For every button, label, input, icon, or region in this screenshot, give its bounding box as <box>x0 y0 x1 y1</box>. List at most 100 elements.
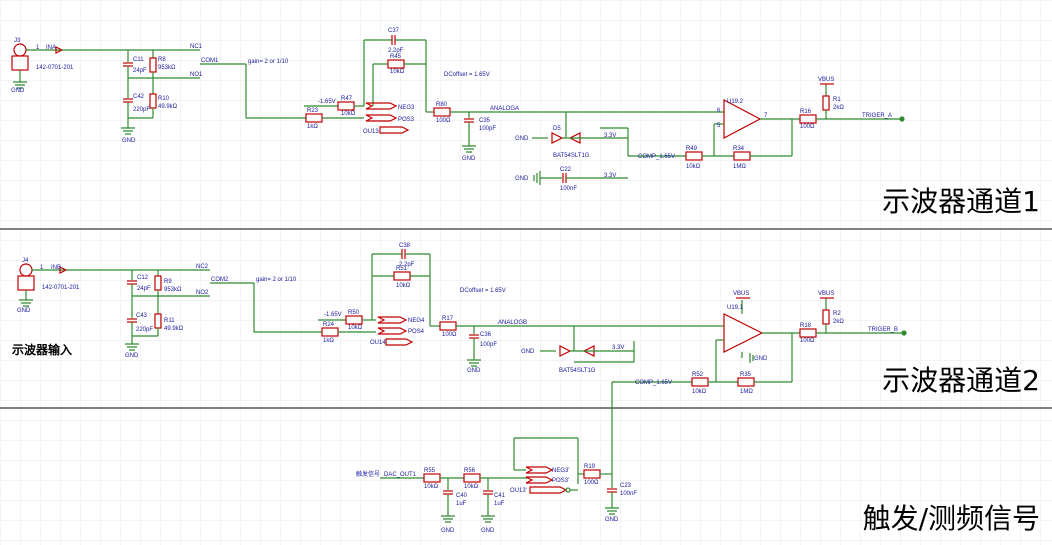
r35-ref: R35 <box>740 372 752 378</box>
net-nc1: NC1 <box>190 44 203 50</box>
net-neg3p: NEG3' <box>552 468 569 474</box>
gnd-label: GND <box>467 368 481 374</box>
r10-value: 49.9kΩ <box>158 104 178 110</box>
neg-bias-label: -1.65V <box>318 99 336 105</box>
gnd-label: GND <box>122 138 136 144</box>
c22-gnd: GND <box>515 176 529 182</box>
gnd-label: GND <box>11 88 25 94</box>
r19-value: 100Ω <box>584 480 599 486</box>
r11-value: 49.9kΩ <box>164 326 184 332</box>
r80-ref: R80 <box>436 102 448 108</box>
j3-part: 142-0701-201 <box>36 65 74 71</box>
j3-ref: J3 <box>14 38 21 44</box>
c11-ref: C11 <box>133 57 144 63</box>
c42-value: 220pF <box>133 107 150 113</box>
c43-ref: C43 <box>136 313 148 319</box>
net-analogb: ANALOGB <box>498 320 527 326</box>
net-no1: NO1 <box>190 72 203 78</box>
r52-ref: R52 <box>692 372 704 378</box>
gnd-label: GND <box>17 308 31 314</box>
r18-ref: R18 <box>800 323 812 329</box>
net-analoga: ANALOGA <box>490 106 519 112</box>
c40-value: 1uF <box>456 501 467 507</box>
net-neg3: NEG3 <box>398 105 415 111</box>
input-caption: 示波器输入 <box>11 342 72 357</box>
schematic-sheet: J3 1 142-0701-201 INA GND C11 24pF R8 95… <box>0 0 1052 545</box>
r55-value: 10kΩ <box>424 484 439 490</box>
r52-value: 10kΩ <box>692 389 707 395</box>
j4-ref: J4 <box>22 258 29 264</box>
c35-value: 100pF <box>479 126 496 132</box>
c22-value: 100nF <box>560 186 577 192</box>
c23-ref: C23 <box>620 483 632 489</box>
vbus-label-amp: VBUS <box>733 291 749 297</box>
diode-part: BAT54SLT1G <box>553 153 590 159</box>
r8-value: 953kΩ <box>158 65 176 71</box>
c22-3v3: 3.3V <box>604 173 616 179</box>
diode-3v3: 3.3V <box>612 345 624 351</box>
gnd-label: GND <box>441 528 455 534</box>
u19-1-ref: U19.1 <box>727 305 744 311</box>
net-comp: COMP_1.65V <box>638 154 675 160</box>
gnd-label: GND <box>125 353 139 359</box>
net-no2: NO2 <box>196 290 209 296</box>
net-triger-a: TRIGER_A <box>862 113 892 119</box>
r55-ref: R55 <box>424 468 436 474</box>
trigger-input-label: 触发信号 <box>356 470 380 478</box>
gnd-label: GND <box>462 156 476 162</box>
r9-value: 953kΩ <box>164 287 182 293</box>
net-ou13: OU13 <box>363 129 379 135</box>
c12-ref: C12 <box>137 275 149 281</box>
r18-value: 100Ω <box>800 338 815 344</box>
net-pos3p: POS3' <box>552 478 569 484</box>
r49-ref: R49 <box>686 146 698 152</box>
diode-part: BAT54SLT1G <box>559 368 596 374</box>
neg-bias-label: -1.65V <box>324 312 342 318</box>
r17-ref: R17 <box>442 316 454 322</box>
net-com2: COM2 <box>211 277 229 283</box>
r24-ref: R24 <box>323 322 335 328</box>
gnd-label: GND <box>754 356 768 362</box>
net-pos3: POS3 <box>398 117 415 123</box>
net-dac-out1: DAC_OUT1 <box>384 472 417 478</box>
diode-gnd: GND <box>515 136 529 142</box>
diode-ref: D5 <box>553 126 561 132</box>
c41-value: 1uF <box>494 501 505 507</box>
section-title-channel1: 示波器通道1 <box>882 185 1040 218</box>
r1-value: 2kΩ <box>833 105 844 111</box>
r16-value: 100Ω <box>800 124 815 130</box>
net-ou14: OU14 <box>370 340 386 346</box>
c36-value: 100pF <box>480 342 497 348</box>
r51-ref: R51 <box>396 266 408 272</box>
section-title-channel2: 示波器通道2 <box>882 364 1040 397</box>
c22-ref: C22 <box>560 167 572 173</box>
c23-value: 100nF <box>620 491 637 497</box>
r50-value: 10kΩ <box>348 325 363 331</box>
c11-value: 24pF <box>133 68 147 74</box>
section-title-trigger: 触发/测频信号 <box>863 502 1040 535</box>
r2-ref: R2 <box>833 311 841 317</box>
gain-note: gain= 2 or 1/10 <box>256 277 297 283</box>
diode-3v3: 3.3V <box>604 133 616 139</box>
gain-note: gain= 2 or 1/10 <box>248 59 289 65</box>
r47-ref: R47 <box>341 96 353 102</box>
r80-value: 100Ω <box>436 118 451 124</box>
r16-ref: R16 <box>800 109 812 115</box>
c42-ref: C42 <box>133 94 145 100</box>
c35-ref: C35 <box>479 118 491 124</box>
dc-offset-note: DCoffset = 1.65V <box>444 72 490 78</box>
r56-value: 10kΩ <box>464 484 479 490</box>
r47-value: 10kΩ <box>341 111 356 117</box>
net-pos4: POS4 <box>408 329 425 335</box>
net-comp: COMP_1.65V <box>635 380 672 386</box>
r34-ref: R34 <box>733 146 745 152</box>
net-inb: INB <box>51 265 61 271</box>
r2-value: 2kΩ <box>833 319 844 325</box>
r17-value: 100Ω <box>442 332 457 338</box>
r23-ref: R23 <box>307 108 319 114</box>
net-ina: INA <box>46 45 56 51</box>
c37-ref: C37 <box>388 28 400 34</box>
j4-part: 142-0701-201 <box>42 285 80 291</box>
r45-ref: R45 <box>390 54 402 60</box>
r45-value: 10kΩ <box>390 69 405 75</box>
